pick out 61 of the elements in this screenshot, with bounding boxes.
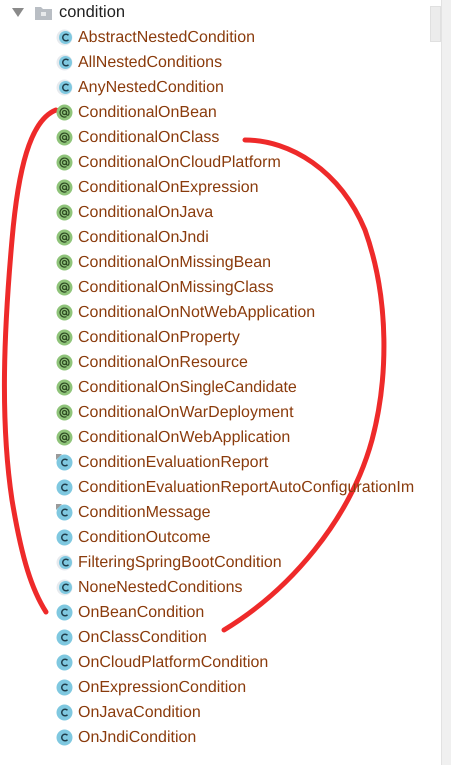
class-name[interactable]: ConditionOutcome: [78, 526, 211, 550]
class-icon: [56, 704, 73, 721]
annotation-icon: [56, 179, 73, 196]
class-name[interactable]: ConditionalOnMissingBean: [78, 250, 271, 274]
abstract-class-icon: [56, 79, 73, 96]
annotation-icon: [56, 129, 73, 146]
class-name[interactable]: ConditionalOnJndi: [78, 226, 209, 250]
folder-icon: [35, 6, 52, 20]
annotation-icon: [56, 354, 73, 371]
class-name[interactable]: ConditionalOnCloudPlatform: [78, 150, 281, 174]
scrollbar-thumb[interactable]: [430, 6, 441, 42]
class-name[interactable]: ConditionalOnResource: [78, 350, 248, 374]
annotation-icon: [56, 229, 73, 246]
annotation-icon: [56, 204, 73, 221]
class-name[interactable]: NoneNestedConditions: [78, 576, 243, 600]
class-name[interactable]: OnExpressionCondition: [78, 676, 246, 700]
annotation-icon: [56, 254, 73, 271]
class-name[interactable]: OnCloudPlatformCondition: [78, 650, 268, 674]
class-icon: [56, 529, 73, 546]
expanded-arrow-icon[interactable]: [12, 8, 24, 18]
class-name[interactable]: ConditionalOnJava: [78, 200, 214, 224]
class-name[interactable]: ConditionEvaluationReport: [78, 450, 268, 474]
class-name[interactable]: FilteringSpringBootCondition: [78, 550, 282, 574]
class-name[interactable]: AnyNestedCondition: [78, 76, 224, 100]
class-name[interactable]: ConditionalOnProperty: [78, 326, 240, 350]
annotation-icon: [56, 379, 73, 396]
annotation-icon: [56, 429, 73, 446]
class-name[interactable]: OnJavaCondition: [78, 700, 201, 724]
class-name[interactable]: ConditionMessage: [78, 500, 211, 524]
class-icon: [56, 479, 73, 496]
class-icon: [56, 629, 73, 646]
annotation-icon: [56, 154, 73, 171]
annotation-icon: [56, 329, 73, 346]
class-icon: [56, 604, 73, 621]
abstract-class-icon: [56, 554, 73, 571]
folder-name[interactable]: condition: [59, 0, 126, 25]
class-name[interactable]: OnBeanCondition: [78, 600, 204, 624]
class-name[interactable]: OnJndiCondition: [78, 726, 196, 750]
class-icon: [56, 454, 73, 471]
abstract-class-icon: [56, 579, 73, 596]
annotation-icon: [56, 104, 73, 121]
class-name[interactable]: ConditionalOnMissingClass: [78, 276, 274, 300]
class-icon: [56, 504, 73, 521]
class-name[interactable]: ConditionalOnExpression: [78, 176, 259, 200]
class-name[interactable]: ConditionalOnClass: [78, 126, 220, 150]
annotation-icon: [56, 304, 73, 321]
class-name[interactable]: ConditionalOnWebApplication: [78, 426, 290, 450]
class-name[interactable]: ConditionalOnSingleCandidate: [78, 376, 297, 400]
class-name[interactable]: ConditionalOnBean: [78, 100, 217, 124]
class-icon: [56, 729, 73, 746]
abstract-class-icon: [56, 29, 73, 46]
class-name[interactable]: AbstractNestedCondition: [78, 26, 255, 50]
class-name[interactable]: ConditionalOnWarDeployment: [78, 400, 294, 424]
class-name[interactable]: ConditionalOnNotWebApplication: [78, 300, 316, 324]
abstract-class-icon: [56, 54, 73, 71]
class-name[interactable]: OnClassCondition: [78, 626, 207, 650]
annotation-icon: [56, 404, 73, 421]
class-icon: [56, 654, 73, 671]
annotation-icon: [56, 279, 73, 296]
class-name[interactable]: AllNestedConditions: [78, 50, 222, 74]
class-icon: [56, 679, 73, 696]
